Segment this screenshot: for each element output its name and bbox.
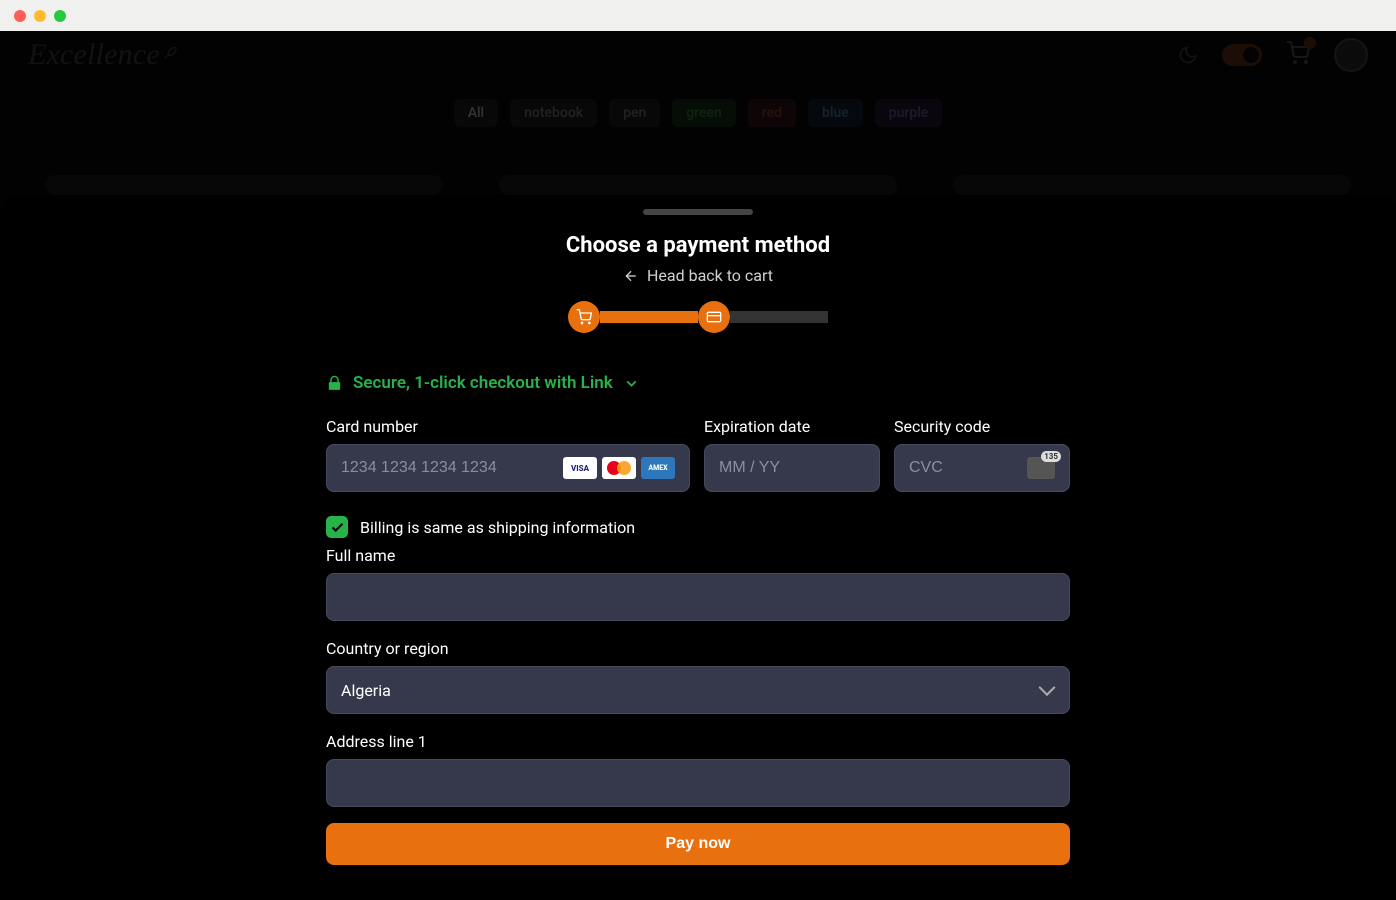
billing-same-row: Billing is same as shipping information — [326, 516, 1070, 538]
step-bar-1 — [600, 311, 698, 323]
sheet-title: Choose a payment method — [566, 233, 830, 258]
billing-same-label: Billing is same as shipping information — [360, 518, 635, 537]
payment-form: Secure, 1-click checkout with Link Card … — [326, 373, 1070, 865]
card-number-input-wrap: VISA AMEX — [326, 444, 690, 492]
fullname-label: Full name — [326, 546, 1070, 565]
fullname-input[interactable] — [341, 588, 1055, 606]
address-input[interactable] — [341, 774, 1055, 792]
window-maximize-icon[interactable] — [54, 10, 66, 22]
step-cart — [568, 301, 600, 333]
window-minimize-icon[interactable] — [34, 10, 46, 22]
back-link-text: Head back to cart — [647, 266, 773, 285]
mastercard-icon — [602, 457, 636, 479]
link-checkout-label: Secure, 1-click checkout with Link — [353, 373, 613, 393]
step-bar-2 — [730, 311, 828, 323]
checkout-stepper — [568, 301, 828, 333]
address-input-wrap — [326, 759, 1070, 807]
amex-icon: AMEX — [641, 457, 675, 479]
lock-icon — [326, 375, 343, 392]
expiration-input-wrap — [704, 444, 880, 492]
link-checkout-toggle[interactable]: Secure, 1-click checkout with Link — [326, 373, 1070, 393]
country-field: Country or region Algeria — [326, 639, 1070, 714]
card-fields-row: Card number VISA AMEX Expiration date S — [326, 417, 1070, 492]
billing-same-checkbox[interactable] — [326, 516, 348, 538]
payment-sheet: Choose a payment method Head back to car… — [0, 195, 1396, 900]
card-brand-icons: VISA AMEX — [563, 457, 675, 479]
country-select[interactable]: Algeria — [326, 666, 1070, 714]
cvc-field: Security code — [894, 417, 1070, 492]
cvc-hint-icon — [1027, 457, 1055, 479]
fullname-field: Full name — [326, 546, 1070, 621]
address-field: Address line 1 — [326, 732, 1070, 807]
window-chrome — [0, 0, 1396, 31]
chevron-down-icon — [623, 375, 640, 392]
cvc-label: Security code — [894, 417, 1070, 436]
cvc-input-wrap — [894, 444, 1070, 492]
card-number-label: Card number — [326, 417, 690, 436]
address-label: Address line 1 — [326, 732, 1070, 751]
cvc-input[interactable] — [909, 459, 1027, 477]
visa-icon: VISA — [563, 457, 597, 479]
card-number-input[interactable] — [341, 459, 563, 477]
back-to-cart-link[interactable]: Head back to cart — [623, 266, 773, 285]
step-payment — [698, 301, 730, 333]
window-close-icon[interactable] — [14, 10, 26, 22]
check-icon — [330, 520, 345, 535]
country-value: Algeria — [341, 681, 1055, 700]
expiration-label: Expiration date — [704, 417, 880, 436]
country-label: Country or region — [326, 639, 1070, 658]
sheet-drag-handle[interactable] — [643, 209, 753, 215]
expiration-input[interactable] — [719, 459, 865, 477]
arrow-left-icon — [623, 268, 639, 284]
pay-now-button[interactable]: Pay now — [326, 823, 1070, 865]
card-number-field: Card number VISA AMEX — [326, 417, 690, 492]
expiration-field: Expiration date — [704, 417, 880, 492]
cart-icon — [576, 309, 592, 325]
fullname-input-wrap — [326, 573, 1070, 621]
credit-card-icon — [706, 309, 722, 325]
